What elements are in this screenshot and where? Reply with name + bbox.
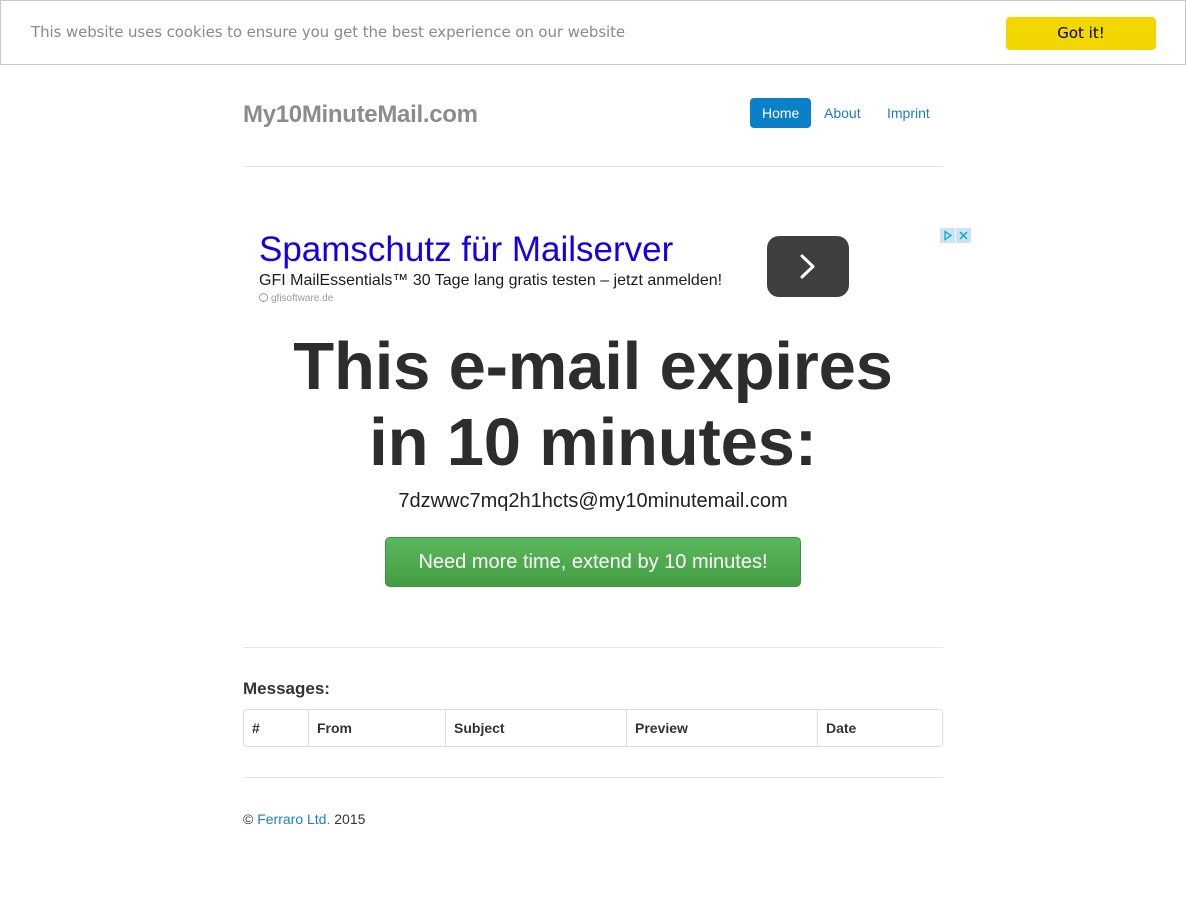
cookie-message: This website uses cookies to ensure you …: [31, 23, 626, 41]
extend-time-button[interactable]: Need more time, extend by 10 minutes!: [385, 537, 801, 587]
nav-imprint[interactable]: Imprint: [875, 98, 942, 128]
headline-line-1: This e-mail expires: [293, 329, 893, 404]
nav-about[interactable]: About: [812, 98, 873, 128]
nav-home[interactable]: Home: [750, 98, 812, 128]
column-header-date: Date: [817, 710, 942, 746]
ad-choices[interactable]: [940, 228, 972, 243]
globe-icon: [259, 293, 268, 302]
header-divider: [243, 166, 943, 167]
cookie-accept-button[interactable]: Got it!: [1006, 17, 1156, 50]
chevron-right-icon: [800, 254, 815, 279]
column-header-from: From: [308, 710, 446, 746]
messages-table: # From Subject Preview Date: [243, 709, 943, 747]
expiry-headline: This e-mail expires in 10 minutes:: [243, 329, 943, 481]
cookie-consent-bar: This website uses cookies to ensure you …: [0, 0, 1186, 65]
ad-arrow-button[interactable]: [767, 236, 849, 297]
company-link[interactable]: Ferraro Ltd.: [257, 811, 330, 827]
footer: © Ferraro Ltd. 2015: [243, 811, 365, 827]
column-header-preview: Preview: [626, 710, 817, 746]
site-brand[interactable]: My10MinuteMail.com: [243, 101, 478, 129]
temporary-email-address[interactable]: 7dzwwc7mq2h1hcts@my10minutemail.com: [243, 490, 943, 513]
column-header-subject: Subject: [445, 710, 626, 746]
footer-divider: [243, 777, 943, 778]
ad-description: GFI MailEssentials™ 30 Tage lang gratis …: [259, 272, 723, 289]
ad-info-icon[interactable]: [940, 228, 955, 243]
ad-domain: gfisoftware.de: [259, 293, 333, 304]
column-header-number: #: [252, 720, 260, 736]
messages-heading: Messages:: [243, 679, 330, 698]
ad-domain-text: gfisoftware.de: [271, 293, 334, 304]
copyright-year: 2015: [334, 811, 366, 827]
copyright-symbol: ©: [243, 811, 254, 827]
content-divider: [243, 647, 943, 648]
ad-title[interactable]: Spamschutz für Mailserver: [259, 230, 673, 270]
headline-line-2: in 10 minutes:: [369, 405, 817, 480]
advertisement[interactable]: Spamschutz für Mailserver GFI MailEssent…: [243, 226, 973, 316]
ad-close-icon[interactable]: [956, 228, 971, 243]
